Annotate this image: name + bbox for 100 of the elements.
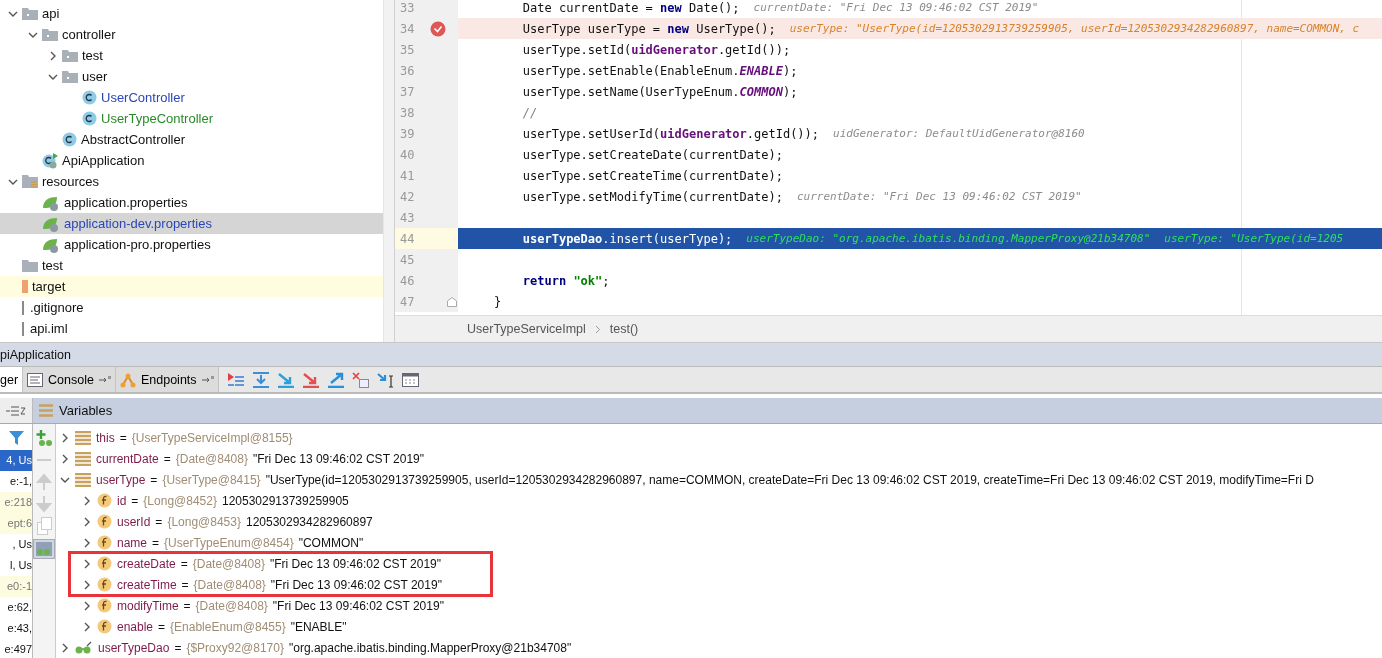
stack-frame[interactable]: ept:6 (0, 513, 32, 534)
variable-name: userId (117, 514, 151, 529)
pin-icon[interactable] (98, 375, 111, 384)
stack-frame[interactable]: e:43, (0, 618, 32, 639)
tree-item-label[interactable]: ApiApplication (62, 153, 145, 168)
chevron-right-icon[interactable] (60, 642, 70, 653)
tree-item-label[interactable]: application-dev.properties (64, 216, 212, 231)
tree-item-label[interactable]: test (42, 258, 63, 273)
chevron-right-icon[interactable] (82, 495, 92, 506)
field-icon (97, 619, 112, 634)
tree-row[interactable]: application.properties (0, 192, 383, 213)
variable-type: {UserTypeEnum@8454} (164, 535, 294, 550)
tree-row[interactable]: UserController (0, 87, 383, 108)
run-config-title: piApplication (0, 347, 71, 362)
tree-row[interactable]: target (0, 276, 383, 297)
stack-frame[interactable]: 4, Us (0, 450, 32, 471)
scrollbar[interactable] (383, 0, 394, 342)
tree-row[interactable]: application-pro.properties (0, 234, 383, 255)
tree-item-label[interactable]: application.properties (64, 195, 188, 210)
stack-frame[interactable]: e:497 (0, 639, 32, 658)
equals-sign: = (152, 535, 160, 550)
chevron-right-icon (594, 324, 601, 334)
tree-row[interactable]: api.iml (0, 318, 383, 339)
equals-sign: = (119, 430, 127, 445)
fold-marker-icon[interactable] (447, 297, 457, 307)
breadcrumb-item[interactable]: UserTypeServiceImpl (467, 322, 586, 336)
stack-frame[interactable]: e:218 (0, 492, 32, 513)
variables-icon (39, 404, 53, 417)
glasses-icon (35, 541, 53, 557)
tree-item-label[interactable]: controller (62, 27, 116, 42)
breakpoint-icon[interactable] (430, 20, 447, 37)
panel-tab[interactable]: ger (0, 367, 24, 392)
chevron-right-icon[interactable] (48, 50, 58, 61)
step-out-icon[interactable] (326, 371, 345, 388)
tree-row[interactable]: test (0, 45, 383, 66)
tree-item-label[interactable]: api.iml (30, 321, 68, 336)
variable-value: "ENABLE" (290, 619, 347, 634)
stack-frame[interactable]: e:-1, (0, 471, 32, 492)
tree-item-label[interactable]: UserTypeController (101, 111, 213, 126)
tree-item-label[interactable]: target (32, 279, 66, 294)
variable-type: {EnableEnum@8455} (170, 619, 286, 634)
panel-tab[interactable]: Console (23, 367, 116, 392)
tree-item-label[interactable]: UserController (101, 90, 185, 105)
line-number: 40 (400, 147, 415, 162)
tree-row[interactable]: test (0, 255, 383, 276)
pin-icon[interactable] (201, 375, 214, 384)
variable-type: {Long@8453} (167, 514, 241, 529)
variable-name: currentDate (96, 451, 159, 466)
panel-tab[interactable]: Endpoints (115, 367, 219, 392)
evaluate-expression-icon[interactable] (401, 371, 420, 388)
endpoints-icon (119, 371, 136, 388)
stack-frame[interactable]: e0:-1 (0, 576, 32, 597)
variable-name: userType (96, 472, 146, 487)
spring-leaf-icon (42, 194, 60, 211)
add-watch-icon[interactable] (35, 429, 53, 447)
excluded-folder-icon (22, 280, 28, 293)
chevron-right-icon[interactable] (82, 579, 92, 590)
tree-row[interactable]: UserTypeController (0, 108, 383, 129)
variable-type: {UserTypeServiceImpl@8155} (131, 430, 293, 445)
code-token: userType.setCreateDate(currentDate); (521, 147, 783, 162)
stack-frame[interactable]: e:62, (0, 597, 32, 618)
tree-item-label[interactable]: resources (42, 174, 100, 189)
stack-frame[interactable]: l, Us (0, 555, 32, 576)
chevron-right-icon[interactable] (82, 621, 92, 632)
field-icon (97, 556, 112, 571)
chevron-right-icon[interactable] (82, 558, 92, 569)
chevron-right-icon[interactable] (82, 516, 92, 527)
tree-row[interactable]: AbstractController (0, 129, 383, 150)
tree-row[interactable]: ApiApplication (0, 150, 383, 171)
show-execution-point-icon[interactable] (226, 371, 245, 388)
tree-item-label[interactable]: .gitignore (30, 300, 84, 315)
spring-leaf-icon (42, 215, 60, 232)
breadcrumb-item[interactable]: test() (609, 322, 639, 336)
tree-item-label[interactable]: user (82, 69, 108, 84)
chevron-right-icon[interactable] (60, 453, 70, 464)
tree-row[interactable]: controller (0, 24, 383, 45)
folder-icon (22, 7, 38, 20)
tree-row[interactable]: user (0, 66, 383, 87)
chevron-right-icon[interactable] (82, 537, 92, 548)
chevron-right-icon[interactable] (60, 432, 70, 443)
tree-item-label[interactable]: api (42, 6, 60, 21)
tree-item-label[interactable]: AbstractController (81, 132, 186, 147)
code-token: ENABLE (739, 63, 783, 78)
stack-frame[interactable]: , Us (0, 534, 32, 555)
inline-value-hint: userType: "UserType(id=1205 (1164, 232, 1344, 245)
run-to-cursor-icon[interactable] (376, 371, 395, 388)
force-step-into-icon[interactable] (301, 371, 320, 388)
step-over-icon[interactable] (251, 371, 270, 388)
tree-row[interactable]: resources (0, 171, 383, 192)
drop-frame-icon[interactable] (351, 371, 370, 388)
tree-item-label[interactable]: application-pro.properties (64, 237, 211, 252)
line-number: 44 (400, 231, 415, 246)
toggle-button[interactable] (33, 539, 55, 559)
chevron-right-icon[interactable] (82, 600, 92, 611)
tree-row[interactable]: api (0, 3, 383, 24)
tree-row[interactable]: .gitignore (0, 297, 383, 318)
tree-item-label[interactable]: test (82, 48, 103, 63)
line-number: 33 (400, 0, 415, 15)
tree-row[interactable]: application-dev.properties (0, 213, 383, 234)
filter-icon[interactable] (8, 429, 24, 445)
